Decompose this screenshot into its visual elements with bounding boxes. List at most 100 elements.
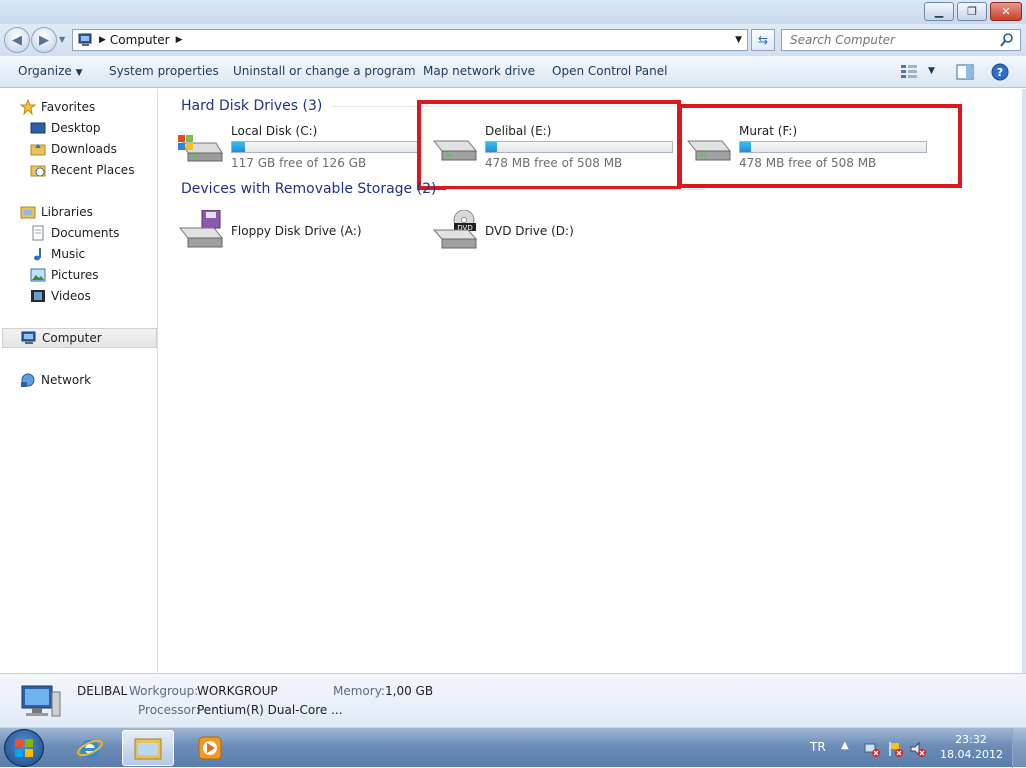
drive-c-free-space: 117 GB free of 126 GB	[231, 156, 367, 170]
group-divider	[446, 188, 707, 190]
help-button[interactable]: ?	[991, 63, 1009, 84]
nav-pictures[interactable]: Pictures	[30, 265, 99, 285]
open-control-panel-button[interactable]: Open Control Panel	[552, 64, 667, 78]
view-dropdown-icon: ▼	[928, 66, 935, 76]
drive-c-name: Local Disk (C:)	[231, 124, 318, 138]
action-center-flag-icon[interactable]	[887, 741, 903, 757]
title-bar: ▁ ❐ ✕	[0, 0, 1026, 24]
address-row: ◀ ▶ ▼ ▶ Computer ▶ ▼ ⇆	[0, 24, 1026, 56]
pictures-icon	[30, 267, 46, 283]
nav-music[interactable]: Music	[30, 244, 85, 264]
group-header-removable[interactable]: Devices with Removable Storage (2)	[181, 181, 707, 197]
language-indicator[interactable]: TR	[810, 740, 826, 754]
show-hidden-icons-button[interactable]: ▲	[841, 740, 849, 751]
taskbar: TR ▲ 23:32 18.04.2012	[0, 727, 1026, 768]
svg-text:?: ?	[997, 66, 1003, 79]
nav-computer[interactable]: Computer	[2, 328, 157, 348]
usage-fill	[232, 142, 246, 152]
minimize-button[interactable]: ▁	[924, 2, 954, 21]
start-button[interactable]	[4, 729, 44, 767]
close-button[interactable]: ✕	[990, 2, 1022, 21]
drive-a[interactable]: Floppy Disk Drive (A:)	[160, 209, 410, 266]
refresh-button[interactable]: ⇆	[751, 29, 775, 51]
processor-label: Processor:	[138, 703, 200, 717]
network-status-icon[interactable]	[864, 741, 880, 757]
uninstall-program-button[interactable]: Uninstall or change a program	[233, 64, 416, 78]
computer-name: DELIBAL	[77, 684, 128, 698]
command-bar: Organize ▼ System properties Uninstall o…	[0, 56, 1026, 88]
breadcrumb-separator-icon[interactable]: ▶	[99, 35, 106, 45]
chevron-down-icon: ▼	[75, 68, 83, 78]
documents-icon	[30, 225, 46, 241]
drive-c[interactable]: Local Disk (C:) 117 GB free of 126 GB	[160, 111, 419, 170]
nav-desktop[interactable]: Desktop	[30, 118, 101, 138]
explorer-folder-icon	[134, 738, 162, 760]
drive-d[interactable]: DVD DVD Drive (D:)	[414, 209, 664, 266]
back-arrow-icon: ◀	[12, 32, 22, 48]
clock-time: 23:32	[955, 733, 987, 746]
windows-drive-icon	[176, 129, 224, 163]
help-icon: ?	[991, 63, 1009, 81]
highlight-box-drive-f	[678, 104, 962, 188]
address-dropdown-icon[interactable]: ▼	[735, 35, 742, 45]
forward-button[interactable]: ▶	[31, 27, 57, 53]
memory-label: Memory:	[333, 684, 385, 698]
search-input[interactable]	[788, 32, 1000, 48]
show-desktop-button[interactable]	[1012, 728, 1026, 768]
drive-c-usage-bar	[231, 141, 419, 153]
windows-logo-icon	[15, 739, 33, 757]
media-player-icon	[198, 736, 222, 760]
organize-button[interactable]: Organize ▼	[18, 64, 83, 78]
nav-videos[interactable]: Videos	[30, 286, 91, 306]
clock-date: 18.04.2012	[940, 748, 1003, 761]
dvd-drive-icon: DVD	[430, 209, 478, 250]
nav-libraries[interactable]: Libraries	[20, 202, 93, 222]
memory-value: 1,00 GB	[385, 684, 434, 698]
highlight-box-drive-e	[417, 100, 681, 190]
music-note-icon	[30, 246, 46, 262]
nav-favorites[interactable]: Favorites	[19, 97, 95, 117]
maximize-button[interactable]: ❐	[957, 2, 987, 21]
taskbar-media-player[interactable]	[184, 730, 236, 766]
nav-recent-places[interactable]: Recent Places	[30, 160, 134, 180]
search-box[interactable]	[781, 29, 1021, 51]
nav-network[interactable]: Network	[20, 370, 91, 390]
preview-pane-icon	[956, 64, 974, 80]
view-list-icon	[901, 65, 917, 78]
star-icon	[19, 98, 37, 116]
recent-pages-dropdown[interactable]: ▼	[59, 35, 65, 44]
drive-a-name: Floppy Disk Drive (A:)	[231, 224, 362, 238]
recent-places-icon	[30, 162, 46, 178]
floppy-drive-icon	[176, 209, 224, 250]
search-icon[interactable]	[1000, 33, 1014, 47]
videos-icon	[30, 288, 46, 304]
taskbar-internet-explorer[interactable]	[64, 730, 116, 766]
breadcrumb-computer[interactable]: Computer	[110, 33, 170, 47]
details-pane: DELIBAL Workgroup: WORKGROUP Memory: 1,0…	[0, 673, 1026, 727]
address-bar[interactable]: ▶ Computer ▶ ▼	[72, 29, 748, 51]
downloads-folder-icon	[30, 141, 46, 157]
preview-pane-button[interactable]	[956, 64, 974, 83]
volume-muted-icon[interactable]	[910, 741, 926, 757]
change-view-button[interactable]: ▼	[900, 64, 935, 78]
right-frame-edge	[1022, 89, 1026, 673]
taskbar-windows-explorer[interactable]	[122, 730, 174, 766]
breadcrumb-chevron-icon[interactable]: ▶	[176, 35, 183, 45]
processor-value: Pentium(R) Dual-Core ...	[197, 703, 343, 717]
network-icon	[20, 372, 36, 388]
refresh-icon: ⇆	[757, 33, 769, 47]
system-properties-button[interactable]: System properties	[109, 64, 219, 78]
libraries-icon	[20, 204, 36, 220]
computer-icon	[78, 33, 92, 46]
map-network-drive-button[interactable]: Map network drive	[423, 64, 535, 78]
drive-d-name: DVD Drive (D:)	[485, 224, 574, 238]
nav-downloads[interactable]: Downloads	[30, 139, 117, 159]
clock[interactable]: 23:32 18.04.2012	[940, 732, 1003, 762]
back-button[interactable]: ◀	[4, 27, 30, 53]
workgroup-value: WORKGROUP	[197, 684, 278, 698]
content-area: Hard Disk Drives (3) Local Disk (C:) 117…	[160, 89, 1022, 673]
navigation-pane: Favorites Desktop Downloads Recent Place…	[0, 89, 158, 673]
nav-documents[interactable]: Documents	[30, 223, 119, 243]
computer-large-icon	[21, 685, 61, 717]
nav-pane-splitter[interactable]	[156, 89, 159, 673]
